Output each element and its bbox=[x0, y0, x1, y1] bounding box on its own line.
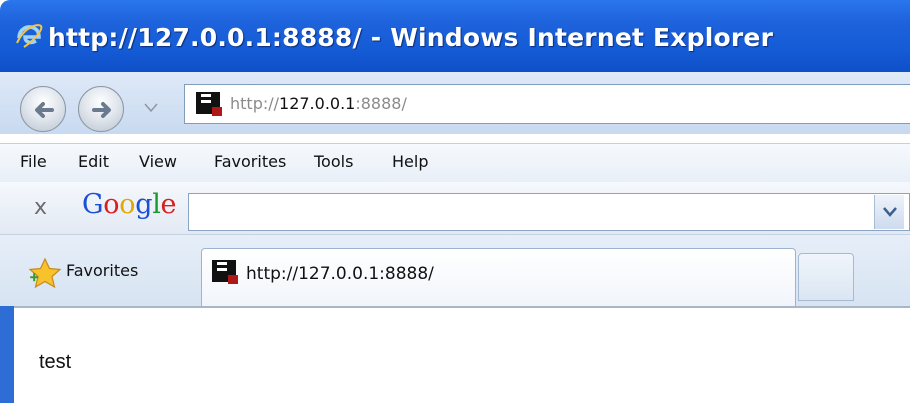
address-host: 127.0.0.1 bbox=[279, 94, 356, 113]
address-prefix: http:// bbox=[230, 94, 280, 113]
page-body-text: test bbox=[39, 351, 72, 373]
chevron-down-icon bbox=[883, 207, 897, 217]
site-favicon-icon bbox=[196, 92, 222, 116]
ie-logo-icon bbox=[16, 24, 43, 48]
page-content bbox=[14, 306, 910, 403]
google-logo-letter: l bbox=[152, 189, 161, 220]
forward-button[interactable] bbox=[78, 86, 124, 132]
back-arrow-icon bbox=[35, 102, 54, 118]
menu-favorites[interactable]: Favorites bbox=[214, 152, 286, 171]
google-logo-letter: o bbox=[119, 189, 136, 220]
menu-tools[interactable]: Tools bbox=[314, 152, 353, 171]
address-port: :8888/ bbox=[355, 94, 407, 113]
window-frame-left bbox=[0, 306, 14, 403]
forward-arrow-icon bbox=[92, 102, 111, 118]
menu-view[interactable]: View bbox=[139, 152, 177, 171]
tab-title[interactable]: http://127.0.0.1:8888/ bbox=[246, 264, 434, 284]
google-logo-letter: G bbox=[82, 189, 104, 220]
google-logo[interactable]: Google bbox=[82, 189, 177, 220]
address-input[interactable]: http://127.0.0.1:8888/ bbox=[230, 94, 407, 113]
google-logo-letter: e bbox=[160, 189, 177, 220]
favorites-button[interactable]: Favorites bbox=[66, 261, 138, 280]
menu-help[interactable]: Help bbox=[392, 152, 428, 171]
google-logo-letter: o bbox=[103, 189, 120, 220]
search-dropdown-button[interactable] bbox=[874, 195, 904, 229]
menu-edit[interactable]: Edit bbox=[78, 152, 109, 171]
window-title: http://127.0.0.1:8888/ - Windows Interne… bbox=[48, 23, 774, 52]
google-logo-letter: g bbox=[135, 189, 153, 220]
favorites-star-icon[interactable] bbox=[28, 258, 62, 288]
tab-favicon-icon bbox=[212, 260, 238, 284]
recent-pages-dropdown-icon[interactable] bbox=[144, 103, 158, 113]
back-button[interactable] bbox=[20, 86, 66, 132]
new-tab-button[interactable] bbox=[798, 253, 854, 301]
menu-file[interactable]: File bbox=[20, 152, 47, 171]
google-search-input[interactable] bbox=[188, 193, 910, 231]
close-toolbar-button[interactable]: x bbox=[34, 195, 47, 220]
menu-bar bbox=[0, 143, 910, 183]
